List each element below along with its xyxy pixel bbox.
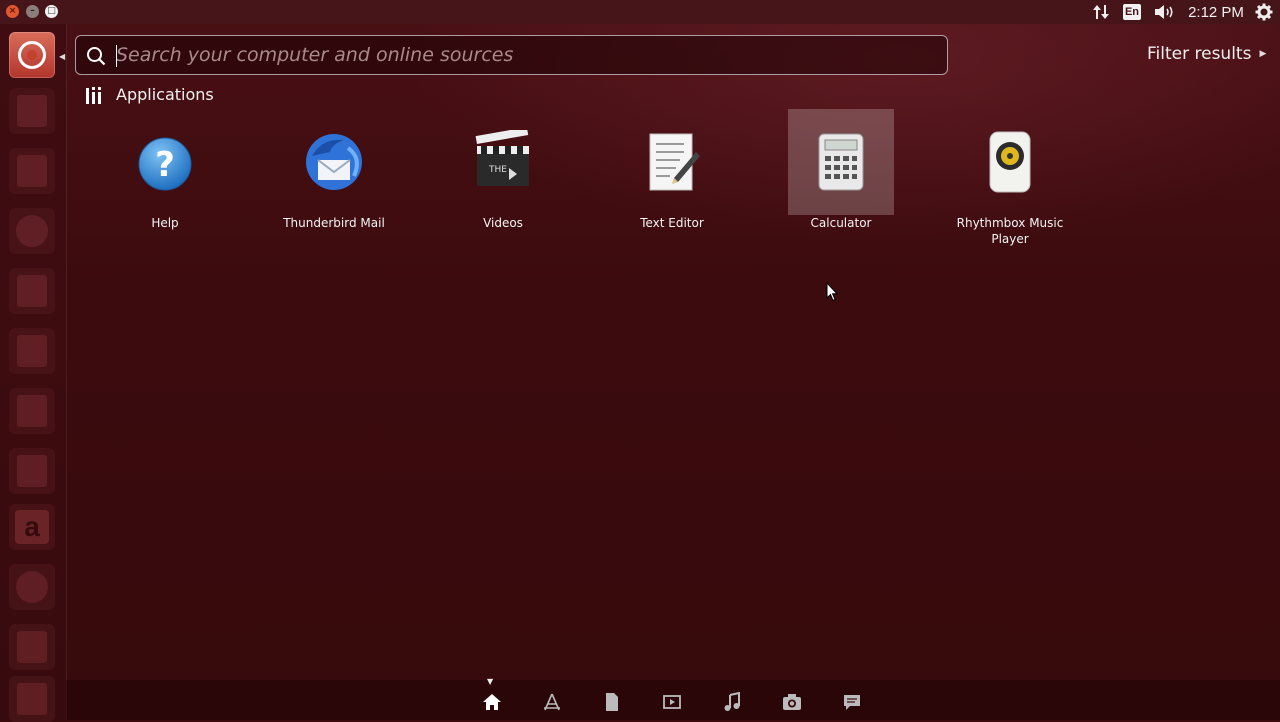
filter-results-label: Filter results bbox=[1147, 44, 1252, 64]
launcher-item-drive[interactable] bbox=[9, 676, 55, 722]
applications-lens-icon bbox=[544, 693, 560, 711]
launcher-item-archive[interactable] bbox=[9, 148, 55, 194]
launcher-item-browser[interactable] bbox=[9, 208, 55, 254]
close-window-button[interactable]: × bbox=[6, 5, 19, 18]
applications-category-icon bbox=[86, 86, 101, 104]
launcher-item-amazon[interactable]: a bbox=[9, 504, 55, 550]
category-title: Applications bbox=[116, 85, 214, 104]
app-tile-text-editor[interactable]: Text Editor bbox=[619, 109, 725, 247]
minimize-window-button[interactable]: – bbox=[26, 5, 39, 18]
keyboard-layout-label: En bbox=[1122, 4, 1142, 20]
active-lens-indicator-icon: ▼ bbox=[487, 677, 494, 686]
chevron-right-icon: ▶ bbox=[1259, 49, 1267, 59]
svg-text:?: ? bbox=[155, 145, 175, 185]
launcher: ◀ a bbox=[0, 24, 67, 722]
network-updown-icon[interactable] bbox=[1090, 0, 1112, 24]
lens-social[interactable] bbox=[840, 690, 864, 714]
app-label: Videos bbox=[483, 216, 523, 230]
dash-home-button[interactable] bbox=[9, 32, 55, 78]
files-icon bbox=[17, 95, 47, 127]
home-icon bbox=[483, 694, 501, 710]
text-editor-icon bbox=[649, 133, 700, 191]
writer-icon bbox=[17, 275, 47, 307]
launcher-item-store[interactable] bbox=[9, 624, 55, 670]
app-label: Thunderbird Mail bbox=[283, 216, 385, 230]
app-label: Rhythmbox Music Player bbox=[956, 216, 1064, 246]
app-tile-videos[interactable]: THE Videos bbox=[450, 109, 556, 247]
top-panel: × – □ En 2:12 PM bbox=[0, 0, 1280, 24]
lens-videos[interactable] bbox=[660, 690, 684, 714]
filter-results-button[interactable]: Filter results ▶ bbox=[1147, 44, 1266, 64]
app-label: Calculator bbox=[810, 216, 872, 230]
search-icon bbox=[87, 47, 106, 66]
launcher-item-files[interactable] bbox=[9, 88, 55, 134]
rhythmbox-icon bbox=[989, 131, 1031, 193]
settings-icon bbox=[16, 571, 48, 603]
browser-icon bbox=[16, 215, 48, 247]
svg-text:THE: THE bbox=[488, 165, 507, 175]
launcher-item-software[interactable] bbox=[9, 448, 55, 494]
launcher-item-calc[interactable] bbox=[9, 388, 55, 434]
launcher-item-settings[interactable] bbox=[9, 564, 55, 610]
lens-photos[interactable] bbox=[780, 690, 804, 714]
lens-home[interactable] bbox=[480, 690, 504, 714]
session-gear-icon[interactable] bbox=[1252, 0, 1276, 24]
mouse-cursor-icon bbox=[826, 282, 838, 302]
dash-background bbox=[0, 0, 1280, 720]
calculator-icon bbox=[818, 133, 864, 191]
active-arrow-icon: ◀ bbox=[59, 52, 66, 61]
lens-applications[interactable] bbox=[540, 690, 564, 714]
app-label: Text Editor bbox=[640, 216, 704, 230]
maximize-window-button[interactable]: □ bbox=[45, 5, 58, 18]
social-lens-icon bbox=[844, 695, 860, 710]
impress-icon bbox=[17, 335, 47, 367]
app-tile-calculator[interactable]: Calculator bbox=[788, 109, 894, 247]
launcher-item-impress[interactable] bbox=[9, 328, 55, 374]
photos-lens-icon bbox=[783, 694, 801, 710]
search-input[interactable] bbox=[116, 36, 936, 74]
amazon-icon: a bbox=[15, 510, 49, 544]
text-caret bbox=[116, 45, 117, 67]
app-tile-help[interactable]: ? Help bbox=[112, 109, 218, 247]
category-header[interactable]: Applications bbox=[86, 85, 214, 104]
music-lens-icon bbox=[724, 692, 740, 711]
files-lens-icon bbox=[606, 693, 618, 711]
volume-icon[interactable] bbox=[1153, 0, 1177, 24]
keyboard-layout-icon[interactable]: En bbox=[1122, 0, 1142, 24]
ubuntu-logo-icon bbox=[18, 41, 46, 69]
lens-files[interactable] bbox=[600, 690, 624, 714]
clock[interactable]: 2:12 PM bbox=[1186, 0, 1246, 24]
spreadsheet-icon bbox=[17, 395, 47, 427]
archive-icon bbox=[17, 155, 47, 187]
launcher-item-writer[interactable] bbox=[9, 268, 55, 314]
app-tile-thunderbird[interactable]: Thunderbird Mail bbox=[281, 109, 387, 247]
lens-music[interactable] bbox=[720, 690, 744, 714]
videos-icon: THE bbox=[475, 130, 529, 186]
search-box[interactable] bbox=[75, 35, 948, 75]
store-icon bbox=[17, 631, 47, 663]
thunderbird-icon bbox=[306, 134, 362, 190]
help-icon: ? bbox=[138, 137, 192, 191]
videos-lens-icon bbox=[663, 695, 681, 709]
drive-icon bbox=[17, 683, 47, 715]
app-label: Help bbox=[151, 216, 179, 230]
app-tile-rhythmbox[interactable]: Rhythmbox Music Player bbox=[957, 109, 1063, 247]
software-center-icon bbox=[17, 455, 47, 487]
